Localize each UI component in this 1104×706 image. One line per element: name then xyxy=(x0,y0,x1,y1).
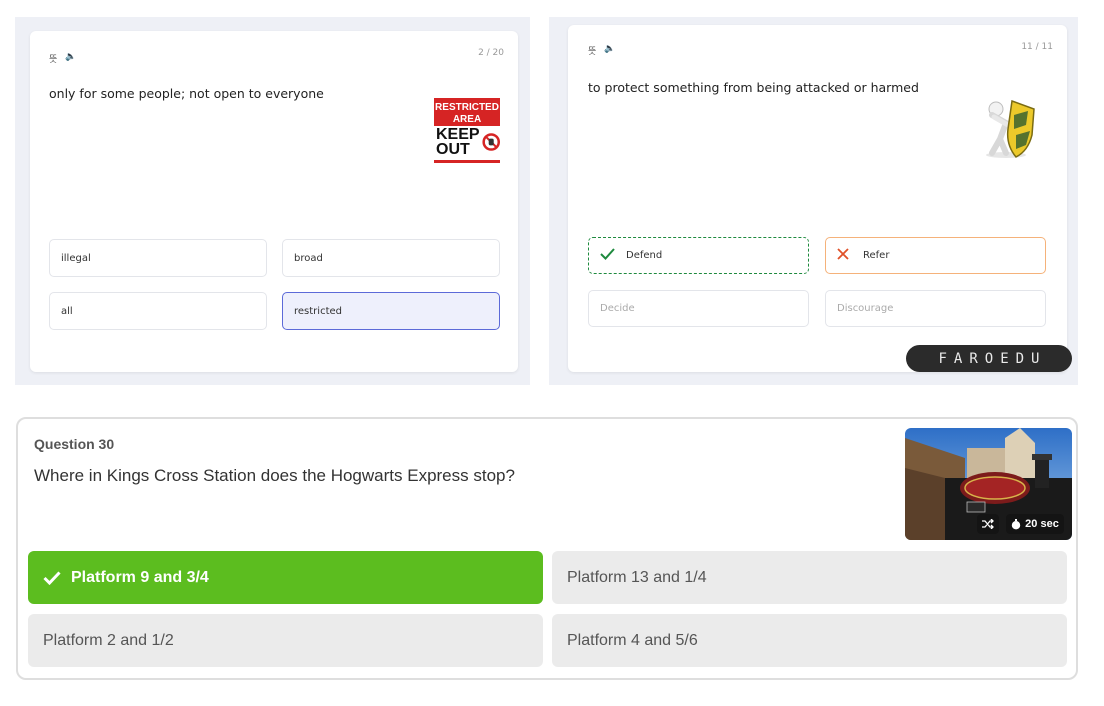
question-text: Where in Kings Cross Station does the Ho… xyxy=(34,466,515,485)
check-icon xyxy=(600,248,616,263)
option-refer[interactable]: Refer xyxy=(825,237,1046,274)
option-decide[interactable]: Decide xyxy=(588,290,809,327)
question-card: Question 30 Where in Kings Cross Station… xyxy=(16,417,1078,680)
definition-icon[interactable]: 뜻 xyxy=(588,44,596,57)
timer-badge: 20 sec xyxy=(1006,514,1064,534)
speaker-icon[interactable]: 🔈 xyxy=(604,44,615,57)
definition-icon[interactable]: 뜻 xyxy=(49,52,57,65)
stopwatch-icon xyxy=(1011,518,1021,530)
hogwarts-express-image: 20 sec xyxy=(905,428,1072,540)
answer-platform-4-5-6[interactable]: Platform 4 and 5/6 xyxy=(552,614,1067,667)
shuffle-icon[interactable] xyxy=(977,514,999,534)
option-defend[interactable]: Defend xyxy=(588,237,809,274)
question-counter: 2 / 20 xyxy=(478,48,504,58)
option-all[interactable]: all xyxy=(49,292,267,330)
option-broad[interactable]: broad xyxy=(282,239,500,277)
option-label: Defend xyxy=(626,250,663,261)
option-restricted[interactable]: restricted xyxy=(282,292,500,330)
question-counter: 11 / 11 xyxy=(1021,42,1053,52)
definition-prompt: only for some people; not open to everyo… xyxy=(49,86,324,101)
right-quiz-card: 뜻 🔈 11 / 11 to protect something from be… xyxy=(568,25,1067,372)
answer-platform-13-1-4[interactable]: Platform 13 and 1/4 xyxy=(552,551,1067,604)
answer-platform-9-3-4[interactable]: Platform 9 and 3/4 xyxy=(28,551,543,604)
definition-prompt: to protect something from being attacked… xyxy=(588,80,919,95)
option-discourage[interactable]: Discourage xyxy=(825,290,1046,327)
speaker-icon[interactable]: 🔈 xyxy=(65,52,76,65)
restricted-area-sign-image: RESTRICTED AREA KEEP OUT xyxy=(434,98,500,163)
defend-shield-figure-image xyxy=(976,95,1040,159)
option-illegal[interactable]: illegal xyxy=(49,239,267,277)
option-label: Refer xyxy=(863,250,890,261)
answer-platform-2-1-2[interactable]: Platform 2 and 1/2 xyxy=(28,614,543,667)
answer-label: Platform 9 and 3/4 xyxy=(71,568,209,586)
check-icon xyxy=(43,570,61,585)
left-quiz-card: 뜻 🔈 2 / 20 only for some people; not ope… xyxy=(30,31,518,372)
no-entry-hand-icon xyxy=(481,133,500,151)
timer-label: 20 sec xyxy=(1025,518,1059,530)
faroedu-watermark: FAROEDU xyxy=(906,345,1072,372)
x-icon xyxy=(837,248,853,263)
question-number: Question 30 xyxy=(34,436,115,452)
